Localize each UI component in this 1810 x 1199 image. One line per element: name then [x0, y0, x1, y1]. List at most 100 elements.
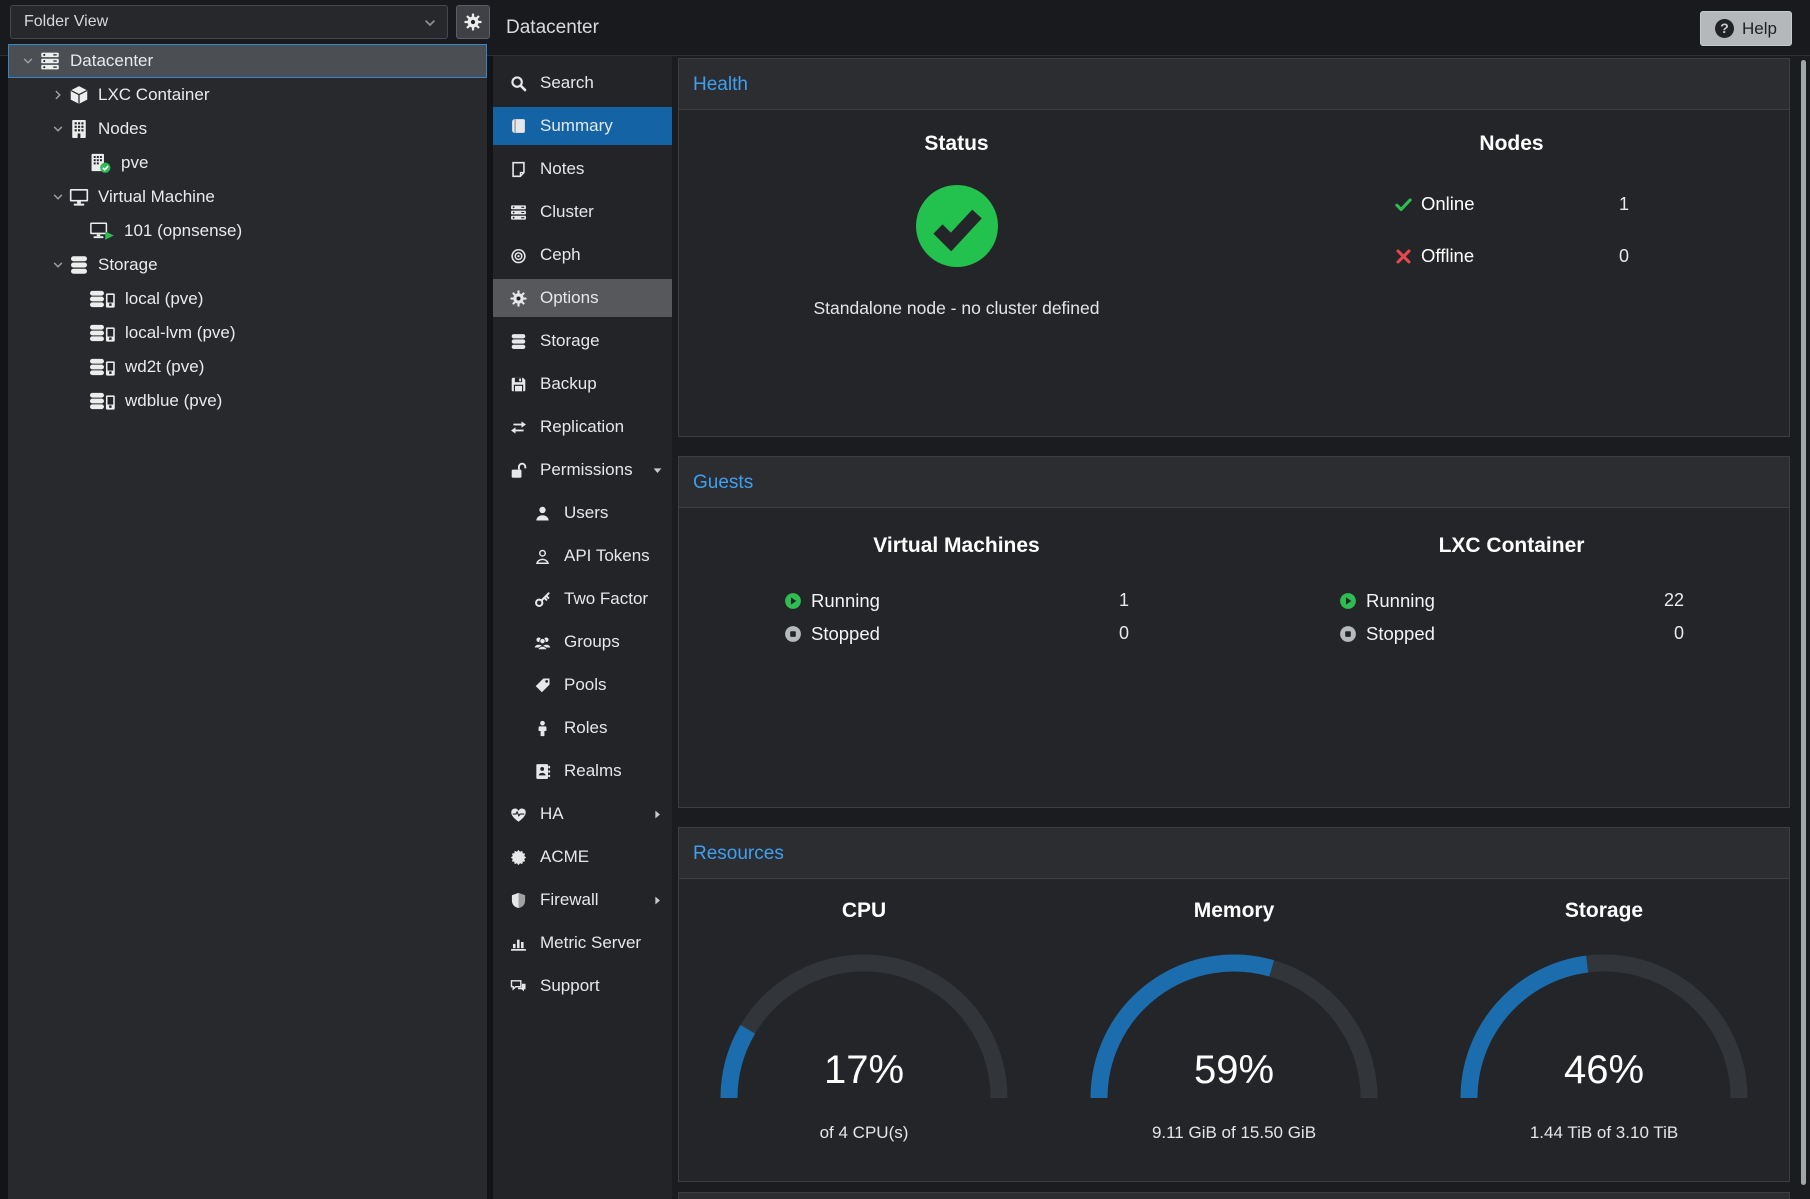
nodes-table: Online 1 Offline 0 — [1394, 178, 1629, 282]
building-icon — [69, 119, 89, 139]
chevron-down-icon[interactable] — [47, 190, 69, 204]
tree-settings-button[interactable] — [456, 5, 490, 39]
table-row: Running 22 — [1339, 584, 1684, 617]
tree-item-label: local (pve) — [125, 289, 203, 309]
chevron-down-icon[interactable] — [17, 54, 39, 68]
tree-item-virtual-machine[interactable]: Virtual Machine — [8, 180, 487, 214]
vertical-scrollbar[interactable] — [1801, 60, 1806, 1185]
chevron-right-icon[interactable] — [47, 88, 69, 102]
resources-panel: Resources CPU 17% of 4 CPU(s) Memory 59%… — [678, 827, 1790, 1182]
nav-item-notes[interactable]: Notes — [493, 150, 672, 188]
nav-item-firewall[interactable]: Firewall — [493, 881, 672, 919]
nav-item-label: Realms — [564, 761, 622, 781]
tree-item-storage-local-lvm[interactable]: local-lvm (pve) — [8, 316, 487, 350]
nav-item-label: Pools — [564, 675, 607, 695]
nav-item-summary[interactable]: Summary — [493, 107, 672, 145]
cpu-header: CPU — [842, 899, 886, 923]
tree-item-lxc-container[interactable]: LXC Container — [8, 78, 487, 112]
nav-item-label: Notes — [540, 159, 584, 179]
tree-item-storage-local[interactable]: local (pve) — [8, 282, 487, 316]
nav-item-permissions[interactable]: Permissions — [493, 451, 672, 489]
tree-item-datacenter[interactable]: Datacenter — [8, 44, 487, 78]
check-icon — [1394, 195, 1413, 214]
nav-panel-title: Datacenter — [506, 0, 599, 56]
server-stack-icon — [507, 204, 529, 221]
nav-item-replication[interactable]: Replication — [493, 408, 672, 446]
vm-running-label: Running — [811, 590, 880, 612]
search-icon — [507, 75, 529, 92]
nav-item-label: Options — [540, 288, 599, 308]
tree-item-pve[interactable]: pve — [8, 146, 487, 180]
caret-right-icon[interactable] — [651, 808, 664, 821]
nodes-online-value: 1 — [1619, 194, 1629, 215]
table-row: Offline 0 — [1394, 230, 1629, 282]
nav-item-api-tokens[interactable]: API Tokens — [493, 537, 672, 575]
nav-item-acme[interactable]: ACME — [493, 838, 672, 876]
running-icon — [1339, 592, 1357, 610]
nodes-offline-label: Offline — [1421, 245, 1474, 267]
heartbeat-icon — [507, 806, 529, 823]
nodes-offline-value: 0 — [1619, 246, 1629, 267]
nav-item-pools[interactable]: Pools — [493, 666, 672, 704]
nav-item-label: Ceph — [540, 245, 581, 265]
storage-icon — [69, 255, 89, 275]
nav-item-ha[interactable]: HA — [493, 795, 672, 833]
tag-icon — [531, 677, 553, 694]
help-button[interactable]: ? Help — [1700, 11, 1792, 46]
caret-right-icon[interactable] — [651, 894, 664, 907]
nav-item-options[interactable]: Options — [493, 279, 672, 317]
ceph-icon — [507, 247, 529, 264]
chevron-down-icon[interactable] — [422, 15, 438, 31]
unlock-icon — [507, 462, 529, 479]
tree-item-label: Datacenter — [70, 51, 153, 71]
table-row: Online 1 — [1394, 178, 1629, 230]
lxc-stopped-label: Stopped — [1366, 623, 1435, 645]
guests-panel-title: Guests — [679, 457, 1789, 508]
key-icon — [531, 591, 553, 608]
nav-item-support[interactable]: Support — [493, 967, 672, 1005]
storage-sub-label: 1.44 TiB of 3.10 TiB — [1530, 1123, 1678, 1143]
guests-vm-column: Virtual Machines Running 1 Stopped 0 — [679, 508, 1234, 650]
nav-item-roles[interactable]: Roles — [493, 709, 672, 747]
nav-item-two-factor[interactable]: Two Factor — [493, 580, 672, 618]
nav-item-label: Summary — [540, 116, 613, 136]
shield-icon — [507, 892, 529, 909]
tree-item-storage-wd2t[interactable]: wd2t (pve) — [8, 350, 487, 384]
lxc-running-label: Running — [1366, 590, 1435, 612]
storage-percent: 46% — [1453, 1048, 1755, 1093]
memory-column: Memory 59% 9.11 GiB of 15.50 GiB — [1049, 879, 1419, 1143]
nav-item-ceph[interactable]: Ceph — [493, 236, 672, 274]
nav-item-metric-server[interactable]: Metric Server — [493, 924, 672, 962]
floppy-icon — [507, 376, 529, 393]
nav-item-realms[interactable]: Realms — [493, 752, 672, 790]
running-icon — [784, 592, 802, 610]
storage-drive-icon — [89, 323, 116, 343]
table-row: Running 1 — [784, 584, 1129, 617]
vm-running-value: 1 — [1119, 590, 1129, 611]
monitor-icon — [69, 187, 89, 207]
nav-item-users[interactable]: Users — [493, 494, 672, 532]
cpu-percent: 17% — [713, 1048, 1015, 1093]
vm-header: Virtual Machines — [873, 534, 1040, 558]
nav-item-groups[interactable]: Groups — [493, 623, 672, 661]
vm-stopped-value: 0 — [1119, 623, 1129, 644]
tree-view-selector[interactable]: Folder View — [10, 5, 448, 39]
tree-item-vm-101[interactable]: 101 (opnsense) — [8, 214, 487, 248]
nav-item-label: Search — [540, 73, 594, 93]
chevron-down-icon[interactable] — [47, 258, 69, 272]
user-icon — [531, 505, 553, 522]
tree-item-label: Storage — [98, 255, 158, 275]
nav-item-label: Roles — [564, 718, 607, 738]
chevron-down-icon[interactable] — [47, 122, 69, 136]
nav-item-cluster[interactable]: Cluster — [493, 193, 672, 231]
caret-down-icon[interactable] — [651, 464, 664, 477]
user-outline-icon — [531, 548, 553, 565]
guests-panel: Guests Virtual Machines Running 1 Stoppe… — [678, 456, 1790, 808]
nav-item-storage[interactable]: Storage — [493, 322, 672, 360]
tree-item-storage[interactable]: Storage — [8, 248, 487, 282]
nav-item-backup[interactable]: Backup — [493, 365, 672, 403]
vm-running-icon — [89, 221, 115, 241]
tree-item-storage-wdblue[interactable]: wdblue (pve) — [8, 384, 487, 418]
nav-item-search[interactable]: Search — [493, 64, 672, 102]
tree-item-nodes[interactable]: Nodes — [8, 112, 487, 146]
